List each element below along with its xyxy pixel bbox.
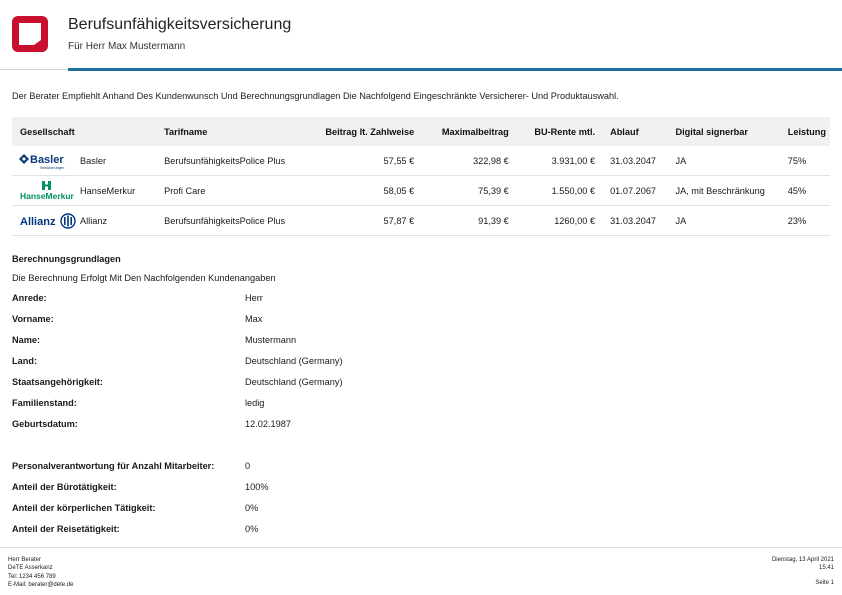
field-value: Herr: [245, 293, 263, 303]
cell-gesellschaft: HanseMerkur HanseMerkur: [12, 175, 157, 206]
field-geburtsdatum: Geburtsdatum: 12.02.1987: [12, 419, 432, 433]
cell-beitrag: 58,05 €: [300, 175, 422, 206]
cell-beitrag: 57,55 €: [300, 146, 422, 176]
basler-logo-subtext: Versicherungen: [40, 166, 64, 170]
page-subtitle: Für Herr Max Mustermann: [68, 41, 186, 52]
field-personalverantwortung: Personalverantwortung für Anzahl Mitarbe…: [12, 461, 432, 475]
field-label: Staatsangehörigkeit:: [12, 377, 103, 387]
allianz-logo-text: Allianz: [20, 216, 56, 228]
cell-digital: JA, mit Beschränkung: [667, 175, 780, 206]
cell-digital: JA: [667, 146, 780, 176]
page-number: Seite 1: [815, 580, 834, 586]
allianz-logo: Allianz: [20, 212, 76, 229]
table-row[interactable]: Allianz Allianz BerufsunfähigkeitsPolice…: [12, 205, 830, 236]
column-header-leistung: Leistung: [779, 117, 830, 146]
field-staatsangehoerigkeit: Staatsangehörigkeit: Deutschland (German…: [12, 377, 432, 391]
field-value: Max: [245, 314, 263, 324]
field-label: Personalverantwortung für Anzahl Mitarbe…: [12, 461, 215, 471]
column-header-ablauf: Ablauf: [602, 117, 668, 146]
footer-divider: [0, 547, 842, 548]
footer-advisor-info: Herr Berater DeTE Asserkanz Tel: 1234 45…: [8, 556, 73, 589]
footer-time: 15:41: [818, 565, 834, 572]
field-value: 100%: [245, 482, 269, 492]
cell-ablauf: 31.03.2047: [602, 205, 668, 236]
field-name: Name: Mustermann: [12, 335, 432, 349]
field-value: 0: [245, 461, 251, 471]
field-value: 0%: [245, 503, 259, 513]
cell-digital: JA: [667, 205, 780, 236]
field-familienstand: Familienstand: ledig: [12, 398, 432, 412]
cell-maximalbeitrag: 75,39 €: [421, 175, 516, 206]
insurer-name: HanseMerkur: [80, 185, 136, 196]
basler-logo: Basler Versicherungen: [19, 153, 64, 170]
advisor-name: Herr Berater: [8, 557, 42, 563]
field-value: Deutschland (Germany): [245, 356, 343, 366]
column-header-beitrag: Beitrag lt. Zahlweise: [300, 117, 422, 146]
insurer-name: Allianz: [80, 215, 108, 226]
field-label: Anteil der körperlichen Tätigkeit:: [12, 503, 156, 513]
header-accent-bar: [68, 68, 842, 71]
basler-logo-text: Basler: [30, 154, 64, 166]
intro-text: Der Berater Empfiehlt Anhand Des Kundenw…: [12, 91, 619, 101]
column-header-gesellschaft: Gesellschaft: [12, 117, 157, 146]
hansemerkur-logo: HanseMerkur: [20, 180, 75, 201]
cell-bu-rente: 1260,00 €: [515, 205, 603, 236]
field-label: Familienstand:: [12, 398, 77, 408]
field-anrede: Anrede: Herr: [12, 293, 432, 307]
header-divider-left: [0, 69, 68, 70]
cell-beitrag: 57,87 €: [300, 205, 422, 236]
cell-ablauf: 31.03.2047: [602, 146, 668, 176]
field-koerperliche-taetigkeit: Anteil der körperlichen Tätigkeit: 0%: [12, 503, 432, 517]
column-header-digital: Digital signerbar: [667, 117, 780, 146]
page-title: Berufsunfähigkeitsversicherung: [68, 16, 292, 33]
field-label: Geburtsdatum:: [12, 419, 78, 429]
cell-tarif: BerufsunfähigkeitsPolice Plus: [156, 205, 301, 236]
cell-gesellschaft: Basler Versicherungen Basler: [12, 146, 157, 176]
field-label: Land:: [12, 356, 38, 366]
cell-leistung: 23%: [779, 205, 830, 236]
insurer-name: Basler: [80, 155, 107, 166]
cell-leistung: 75%: [779, 146, 830, 176]
cell-bu-rente: 3.931,00 €: [515, 146, 603, 176]
field-buerotaetigkeit: Anteil der Bürotätigkeit: 100%: [12, 482, 432, 496]
advisor-company: DeTE Asserkanz: [8, 565, 53, 572]
footer-date: Dienstag, 13 April 2021: [771, 557, 834, 563]
cell-maximalbeitrag: 322,98 €: [421, 146, 516, 176]
field-value: 0%: [245, 524, 259, 534]
cell-tarif: Profi Care: [156, 175, 301, 206]
field-label: Anteil der Bürotätigkeit:: [12, 482, 117, 492]
field-label: Name:: [12, 335, 41, 345]
column-header-tarifname: Tarifname: [156, 117, 301, 146]
cell-bu-rente: 1.550,00 €: [515, 175, 603, 206]
table-row[interactable]: HanseMerkur HanseMerkur Profi Care 58,05…: [12, 175, 830, 206]
column-header-bu-rente: BU-Rente mtl.: [515, 117, 603, 146]
field-value: 12.02.1987: [245, 419, 291, 429]
table-row[interactable]: Basler Versicherungen Basler Berufsunfäh…: [12, 146, 830, 176]
footer-date-info: Dienstag, 13 April 2021 15:41: [772, 556, 834, 573]
cell-maximalbeitrag: 91,39 €: [421, 205, 516, 236]
section-description: Die Berechnung Erfolgt Mit Den Nachfolge…: [12, 273, 276, 283]
cell-gesellschaft: Allianz Allianz: [12, 205, 157, 236]
field-label: Anteil der Reisetätigkeit:: [12, 524, 120, 534]
column-header-maximalbeitrag: Maximalbeitrag: [421, 117, 516, 146]
field-label: Vorname:: [12, 314, 54, 324]
field-value: ledig: [245, 398, 265, 408]
field-vorname: Vorname: Max: [12, 314, 432, 328]
advisor-phone: Tel: 1234 456 789: [8, 573, 56, 580]
field-reisetaetigkeit: Anteil der Reisetätigkeit: 0%: [12, 524, 432, 538]
company-logo: [12, 16, 48, 52]
field-label: Anrede:: [12, 293, 47, 303]
cell-ablauf: 01.07.2067: [602, 175, 668, 206]
field-value: Mustermann: [245, 335, 297, 345]
offers-table: Gesellschaft Tarifname Beitrag lt. Zahlw…: [12, 117, 830, 236]
hansemerkur-logo-text: HanseMerkur: [20, 191, 75, 201]
section-title: Berechnungsgrundlagen: [12, 254, 121, 264]
field-value: Deutschland (Germany): [245, 377, 343, 387]
table-header-row: Gesellschaft Tarifname Beitrag lt. Zahlw…: [12, 117, 830, 146]
field-land: Land: Deutschland (Germany): [12, 356, 432, 370]
cell-tarif: BerufsunfähigkeitsPolice Plus: [156, 146, 301, 176]
advisor-email: E-Mail: berater@dete.de: [8, 581, 74, 588]
cell-leistung: 45%: [779, 175, 830, 206]
